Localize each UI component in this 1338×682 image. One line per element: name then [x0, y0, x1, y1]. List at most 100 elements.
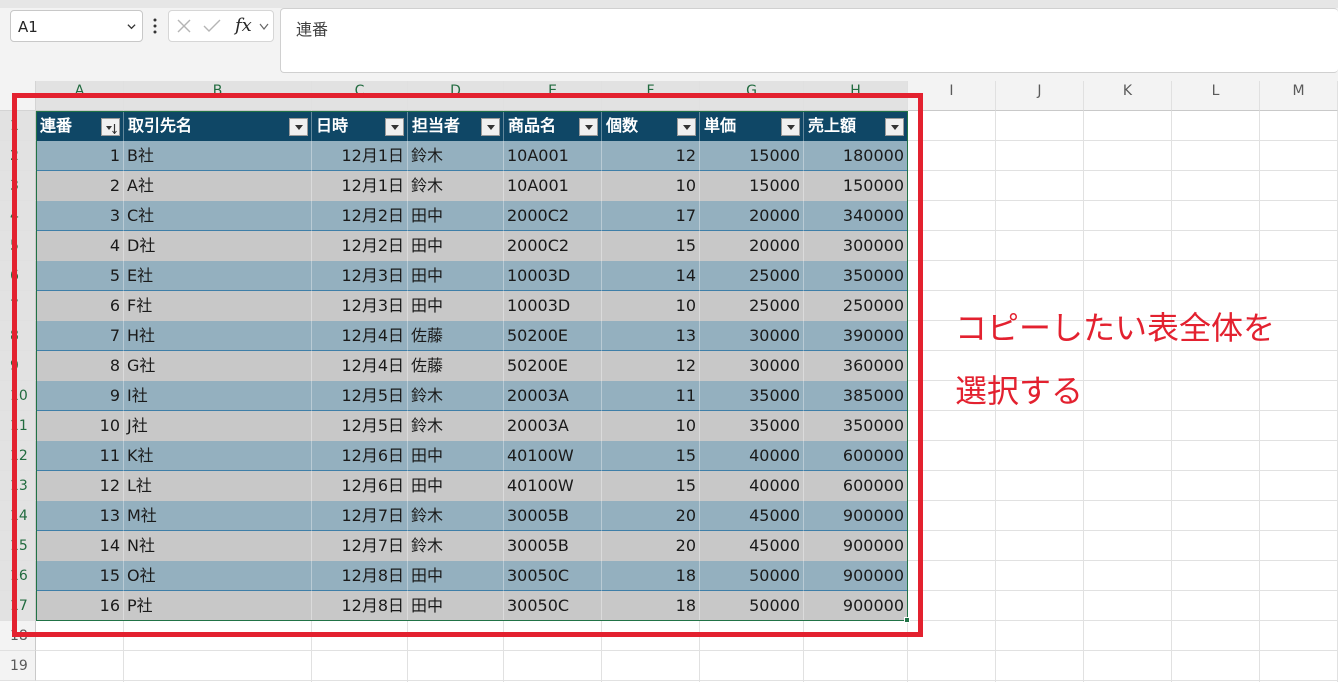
table-cell[interactable]: 田中: [408, 261, 504, 291]
row-header-3[interactable]: 3: [0, 171, 36, 201]
table-cell[interactable]: 300000: [804, 231, 908, 261]
table-cell[interactable]: 12月6日: [312, 471, 408, 501]
filter-dropdown-button[interactable]: [885, 118, 904, 136]
table-cell[interactable]: B社: [124, 141, 312, 171]
table-cell[interactable]: J社: [124, 411, 312, 441]
table-cell[interactable]: 2000C2: [504, 231, 602, 261]
table-cell[interactable]: 佐藤: [408, 351, 504, 381]
table-cell[interactable]: 12月5日: [312, 411, 408, 441]
fill-handle[interactable]: [904, 617, 910, 623]
table-cell[interactable]: 12月1日: [312, 171, 408, 201]
table-cell[interactable]: 田中: [408, 591, 504, 621]
table-cell[interactable]: 12月8日: [312, 561, 408, 591]
table-cell[interactable]: 田中: [408, 441, 504, 471]
table-cell[interactable]: F社: [124, 291, 312, 321]
table-cell[interactable]: 25000: [700, 291, 804, 321]
table-cell[interactable]: 50200E: [504, 351, 602, 381]
column-header-e[interactable]: E: [504, 81, 602, 111]
table-cell[interactable]: 340000: [804, 201, 908, 231]
table-cell[interactable]: 15: [602, 441, 700, 471]
table-cell[interactable]: 600000: [804, 471, 908, 501]
column-header-m[interactable]: M: [1260, 81, 1338, 111]
chevron-down-icon[interactable]: [127, 22, 136, 31]
table-cell[interactable]: 35000: [700, 381, 804, 411]
table-cell[interactable]: 30050C: [504, 561, 602, 591]
table-cell[interactable]: I社: [124, 381, 312, 411]
table-cell[interactable]: 10003D: [504, 291, 602, 321]
table-cell[interactable]: 鈴木: [408, 381, 504, 411]
table-cell[interactable]: 15: [36, 561, 124, 591]
table-cell[interactable]: 150000: [804, 171, 908, 201]
table-cell[interactable]: 鈴木: [408, 171, 504, 201]
table-cell[interactable]: P社: [124, 591, 312, 621]
table-cell[interactable]: 40000: [700, 441, 804, 471]
filter-dropdown-button[interactable]: [579, 118, 598, 136]
header-cell[interactable]: 取引先名: [124, 111, 312, 141]
row-header-5[interactable]: 5: [0, 231, 36, 261]
table-cell[interactable]: 20003A: [504, 381, 602, 411]
table-cell[interactable]: 18: [602, 561, 700, 591]
filter-dropdown-button[interactable]: [289, 118, 308, 136]
row-header-17[interactable]: 17: [0, 591, 36, 621]
table-cell[interactable]: 900000: [804, 531, 908, 561]
table-cell[interactable]: 50000: [700, 561, 804, 591]
table-cell[interactable]: 40100W: [504, 441, 602, 471]
table-cell[interactable]: 2000C2: [504, 201, 602, 231]
table-cell[interactable]: 10: [602, 411, 700, 441]
table-cell[interactable]: 9: [36, 381, 124, 411]
select-all-corner[interactable]: [0, 81, 36, 111]
column-header-l[interactable]: L: [1172, 81, 1260, 111]
row-header-1[interactable]: 1: [0, 111, 36, 141]
table-cell[interactable]: 12月4日: [312, 351, 408, 381]
table-cell[interactable]: M社: [124, 501, 312, 531]
table-cell[interactable]: 11: [36, 441, 124, 471]
table-cell[interactable]: 12月8日: [312, 591, 408, 621]
insert-function-icon[interactable]: fx: [235, 15, 252, 36]
table-cell[interactable]: 12月5日: [312, 381, 408, 411]
table-cell[interactable]: 180000: [804, 141, 908, 171]
table-cell[interactable]: 18: [602, 591, 700, 621]
table-cell[interactable]: 40000: [700, 471, 804, 501]
table-cell[interactable]: 350000: [804, 261, 908, 291]
row-header-12[interactable]: 12: [0, 441, 36, 471]
table-cell[interactable]: 10A001: [504, 141, 602, 171]
table-cell[interactable]: 20000: [700, 231, 804, 261]
table-cell[interactable]: 45000: [700, 531, 804, 561]
table-cell[interactable]: 30050C: [504, 591, 602, 621]
row-header-6[interactable]: 6: [0, 261, 36, 291]
row-header-9[interactable]: 9: [0, 351, 36, 381]
enter-check-icon[interactable]: [203, 19, 221, 33]
table-cell[interactable]: 2: [36, 171, 124, 201]
filter-dropdown-button[interactable]: [677, 118, 696, 136]
table-cell[interactable]: 900000: [804, 561, 908, 591]
table-cell[interactable]: 20000: [700, 201, 804, 231]
table-cell[interactable]: 鈴木: [408, 141, 504, 171]
table-cell[interactable]: 4: [36, 231, 124, 261]
chevron-down-icon[interactable]: [259, 23, 269, 31]
table-cell[interactable]: H社: [124, 321, 312, 351]
column-header-b[interactable]: B: [124, 81, 312, 111]
table-cell[interactable]: 12: [602, 351, 700, 381]
row-header-8[interactable]: 8: [0, 321, 36, 351]
table-cell[interactable]: O社: [124, 561, 312, 591]
table-cell[interactable]: 田中: [408, 201, 504, 231]
table-cell[interactable]: 16: [36, 591, 124, 621]
filter-dropdown-button[interactable]: [481, 118, 500, 136]
table-cell[interactable]: 12月2日: [312, 201, 408, 231]
table-cell[interactable]: 350000: [804, 411, 908, 441]
row-header-4[interactable]: 4: [0, 201, 36, 231]
table-cell[interactable]: 12: [602, 141, 700, 171]
column-header-f[interactable]: F: [602, 81, 700, 111]
table-cell[interactable]: 40100W: [504, 471, 602, 501]
row-header-15[interactable]: 15: [0, 531, 36, 561]
filter-dropdown-button[interactable]: [385, 118, 404, 136]
table-cell[interactable]: 10: [36, 411, 124, 441]
table-cell[interactable]: 12月3日: [312, 261, 408, 291]
row-header-11[interactable]: 11: [0, 411, 36, 441]
row-header-2[interactable]: 2: [0, 141, 36, 171]
table-cell[interactable]: E社: [124, 261, 312, 291]
table-cell[interactable]: 14: [602, 261, 700, 291]
spreadsheet-grid[interactable]: ABCDEFGHIJKLM 1 2 3 4 5 6 7 8 9 10 11 12 13 14 15 16 17 1…: [0, 81, 1338, 682]
table-cell[interactable]: 12月2日: [312, 231, 408, 261]
table-cell[interactable]: D社: [124, 231, 312, 261]
